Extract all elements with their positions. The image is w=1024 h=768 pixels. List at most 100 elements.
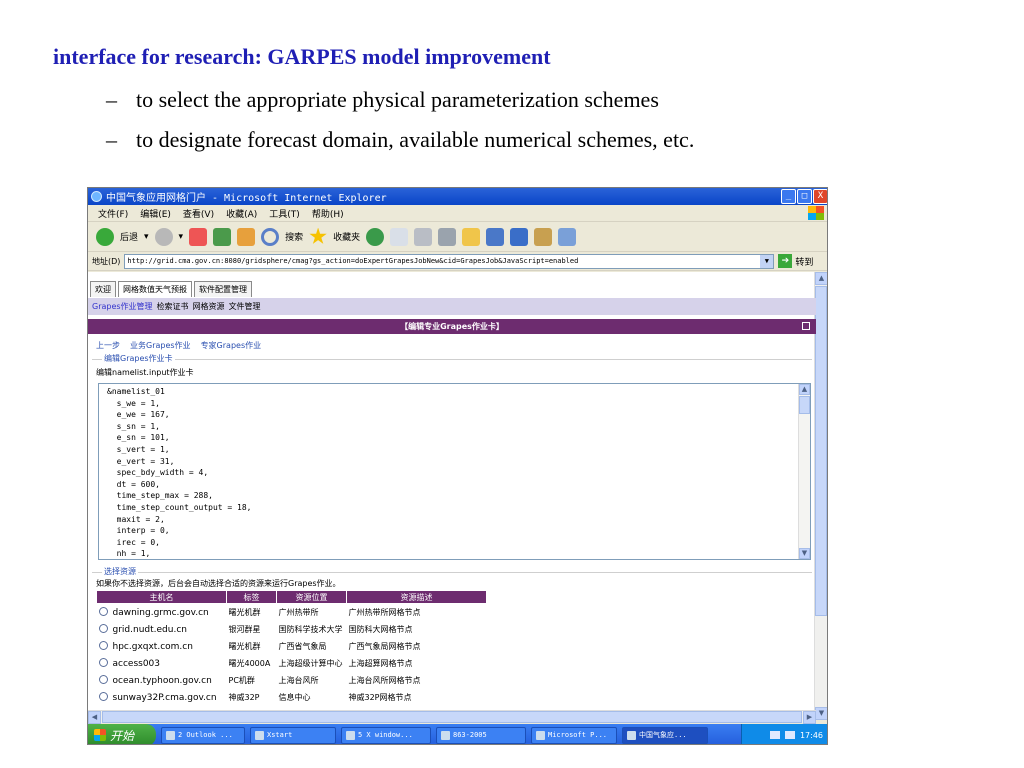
back-arrow-icon[interactable] — [96, 227, 114, 246]
chevron-down-icon[interactable]: ▼ — [760, 254, 774, 268]
home-icon[interactable] — [237, 227, 256, 246]
taskbar-item[interactable]: 5 X window... — [341, 726, 431, 744]
menu-view[interactable]: 查看(V) — [183, 207, 214, 220]
messenger-icon[interactable] — [486, 227, 505, 246]
radio-button[interactable] — [98, 657, 108, 667]
search-icon[interactable] — [261, 227, 280, 246]
radio-button[interactable] — [98, 640, 108, 650]
scroll-right-icon[interactable]: ▶ — [803, 711, 816, 724]
mail-icon[interactable] — [390, 227, 409, 246]
radio-button[interactable] — [98, 691, 108, 701]
table-row[interactable]: sunway32P.cma.gov.cn 神威32P 信息中心 神威32P网格节… — [97, 689, 487, 706]
subnav-grapes-jobs[interactable]: Grapes作业管理 — [92, 301, 153, 312]
taskbar-item-label: Xstart — [267, 731, 293, 739]
print-icon[interactable] — [414, 227, 433, 246]
tab-software-config[interactable]: 软件配置管理 — [194, 281, 252, 297]
tab-grid-nwp[interactable]: 网格数值天气预报 — [118, 281, 192, 297]
link-expert-grapes-job[interactable]: 专家Grapes作业 — [201, 340, 262, 351]
namelist-line: spec_bdy_width = 4, — [107, 468, 209, 478]
address-bar: 地址(D) http://grid.cma.gov.cn:8080/gridsp… — [88, 252, 827, 271]
scroll-down-icon[interactable]: ▼ — [799, 548, 810, 559]
resource-table: 主机名 标签 资源位置 资源描述 dawning.grmc.gov.cn 曙光机… — [96, 590, 487, 706]
host-tag: 银河群星 — [228, 624, 261, 634]
research-icon[interactable] — [534, 227, 553, 246]
taskbar-item[interactable]: Xstart — [250, 726, 336, 744]
taskbar-item[interactable]: Microsoft P... — [531, 726, 617, 744]
namelist-line: s_sn = 1, — [107, 421, 160, 431]
subnav-file-management[interactable]: 文件管理 — [229, 301, 261, 312]
go-arrow-icon[interactable]: ➔ — [778, 254, 793, 268]
subnav-certificates[interactable]: 检索证书 — [157, 301, 189, 312]
scroll-up-icon[interactable]: ▲ — [815, 272, 827, 285]
close-button[interactable]: X — [813, 189, 827, 204]
namelist-line: maxit = 2, — [107, 514, 165, 524]
network-icon[interactable] — [784, 731, 795, 739]
maximize-button[interactable]: □ — [797, 189, 812, 204]
address-url: http://grid.cma.gov.cn:8080/gridsphere/c… — [127, 256, 579, 265]
windows-taskbar: 开始 2 Outlook ... Xstart 5 X window... 86… — [88, 724, 827, 744]
window-titlebar[interactable]: 中国气象应用网格门户 - Microsoft Internet Explorer… — [88, 188, 827, 205]
radio-button[interactable] — [98, 623, 108, 633]
bullet-text: to designate forecast domain, available … — [136, 127, 695, 152]
bullet-dash: – — [106, 87, 117, 112]
address-input[interactable]: http://grid.cma.gov.cn:8080/gridsphere/c… — [124, 253, 775, 269]
search-label[interactable]: 搜索 — [285, 230, 303, 243]
go-button[interactable]: 转到 — [795, 255, 813, 268]
menu-file[interactable]: 文件(F) — [98, 207, 128, 220]
namelist-textarea[interactable]: &namelist_01 s_we = 1, e_we = 167, s_sn … — [98, 383, 811, 560]
scroll-thumb[interactable] — [815, 286, 827, 616]
favorites-star-icon[interactable] — [309, 227, 327, 244]
minimize-button[interactable]: _ — [781, 189, 796, 204]
people-icon[interactable] — [558, 227, 577, 246]
keyboard-icon[interactable] — [769, 731, 780, 739]
history-icon[interactable] — [366, 227, 385, 246]
table-row[interactable]: ocean.typhoon.gov.cn PC机群 上海台风所 上海台风所网格节… — [97, 672, 487, 689]
scroll-down-icon[interactable]: ▼ — [815, 707, 827, 720]
namelist-scrollbar[interactable]: ▲ ▼ — [798, 384, 810, 559]
stop-icon[interactable] — [189, 227, 208, 246]
menu-tools[interactable]: 工具(T) — [269, 207, 300, 220]
table-row[interactable]: grid.nudt.edu.cn 银河群星 国防科学技术大学 国防科大网格节点 — [97, 621, 487, 638]
back-dropdown-icon[interactable]: ▾ — [144, 232, 149, 242]
scroll-thumb[interactable] — [102, 711, 802, 723]
link-operational-grapes-job[interactable]: 业务Grapes作业 — [130, 340, 191, 351]
radio-button[interactable] — [98, 674, 108, 684]
page-horizontal-scrollbar[interactable]: ◀ ▶ — [88, 710, 816, 724]
refresh-icon[interactable] — [213, 227, 232, 246]
namelist-label: 编辑namelist.input作业卡 — [96, 368, 194, 377]
menu-help[interactable]: 帮助(H) — [312, 207, 344, 220]
table-row[interactable]: access003 曙光4000A 上海超级计算中心 上海超算网格节点 — [97, 655, 487, 672]
scroll-left-icon[interactable]: ◀ — [88, 711, 101, 724]
taskbar-item[interactable]: 中国气象应... — [622, 726, 708, 744]
windows-logo-icon — [808, 206, 824, 220]
page-vertical-scrollbar[interactable]: ▲ ▼ — [814, 272, 827, 720]
subnav-grid-resources[interactable]: 网格资源 — [193, 301, 225, 312]
menu-favorites[interactable]: 收藏(A) — [226, 207, 257, 220]
edit-icon[interactable] — [438, 227, 457, 246]
taskbar-item[interactable]: 2 Outlook ... — [161, 726, 245, 744]
radio-button[interactable] — [98, 606, 108, 616]
forward-arrow-icon[interactable] — [154, 227, 173, 246]
window-icon[interactable] — [802, 322, 810, 330]
host-name: hpc.gxqxt.com.cn — [112, 641, 193, 652]
scroll-thumb[interactable] — [799, 396, 810, 414]
table-row[interactable]: dawning.grmc.gov.cn 曙光机群 广州热带所 广州热带所网格节点 — [97, 604, 487, 621]
folder-icon[interactable] — [462, 227, 481, 246]
menu-edit[interactable]: 编辑(E) — [140, 207, 171, 220]
taskbar-item[interactable]: 863-2005 — [436, 726, 526, 744]
tab-welcome[interactable]: 欢迎 — [90, 281, 116, 297]
tile-icon[interactable] — [510, 227, 529, 246]
powerpoint-icon — [536, 730, 545, 740]
start-button[interactable]: 开始 — [88, 724, 156, 744]
favorites-label[interactable]: 收藏夹 — [333, 230, 360, 243]
back-label[interactable]: 后退 — [120, 230, 138, 243]
table-row[interactable]: hpc.gxqxt.com.cn 曙光机群 广西省气象局 广西气象局网格节点 — [97, 638, 487, 655]
window-controls: _ □ X — [781, 189, 827, 204]
link-previous-step[interactable]: 上一步 — [96, 340, 120, 351]
taskbar-item-label: 863-2005 — [453, 731, 487, 739]
outlook-icon — [166, 730, 175, 740]
clock: 17:46 — [799, 730, 823, 740]
host-description: 上海超算网格节点 — [348, 658, 413, 668]
forward-dropdown-icon[interactable]: ▾ — [179, 232, 184, 242]
scroll-up-icon[interactable]: ▲ — [799, 384, 810, 395]
